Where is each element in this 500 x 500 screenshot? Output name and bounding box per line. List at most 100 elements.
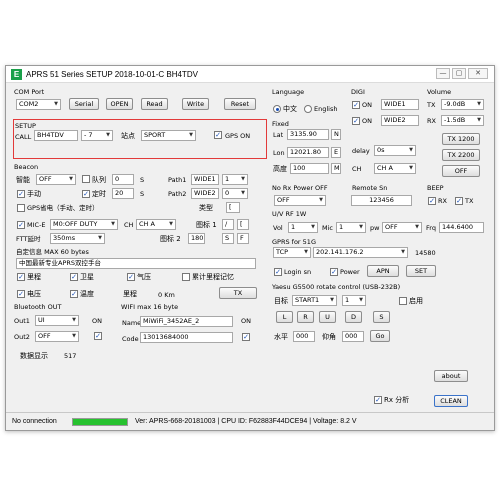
power-checkbox[interactable]: ✓ [330, 268, 338, 276]
gps-on-checkbox[interactable]: ✓ [214, 131, 222, 139]
digi-wide2-input[interactable]: WIDE2 [381, 115, 419, 126]
station-select[interactable]: SPORT ▼ [141, 130, 196, 141]
digi-on1-checkbox[interactable]: ✓ [352, 101, 360, 109]
icon2-value-input[interactable]: 180 [188, 233, 205, 244]
com-port-select[interactable]: COM2 ▼ [16, 99, 61, 110]
login-sn-checkbox[interactable]: ✓ [274, 268, 282, 276]
digi-ch-select[interactable]: CH A ▼ [374, 163, 416, 174]
mice-checkbox[interactable]: ✓ [17, 221, 25, 229]
digi-on2-checkbox[interactable]: ✓ [352, 117, 360, 125]
queue-checkbox[interactable] [82, 175, 90, 183]
lat-input[interactable]: 3135.90 [287, 129, 329, 140]
wifi-code-checkbox[interactable]: ✓ [242, 333, 250, 341]
beep-rx-checkbox[interactable]: ✓ [428, 197, 436, 205]
go-button[interactable]: Go [370, 330, 390, 342]
gprs-protocol-select[interactable]: TCP ▼ [273, 247, 311, 258]
volume-tx-select[interactable]: -9.0dB ▼ [441, 99, 484, 110]
lon-dir-input[interactable]: E [331, 147, 341, 158]
ftt-select[interactable]: 350ms ▼ [50, 233, 105, 244]
clean-button[interactable]: CLEAN [434, 395, 468, 407]
timer-input[interactable]: 20 [112, 188, 134, 199]
beep-tx-checkbox[interactable]: ✓ [455, 197, 463, 205]
write-button[interactable]: Write [182, 98, 209, 110]
english-radio[interactable] [304, 105, 312, 113]
icon2-a-input[interactable]: S [222, 233, 234, 244]
out2-select[interactable]: OFF ▼ [35, 331, 79, 342]
custom-info-input[interactable]: 中国最新专业APRS双控手台 [16, 258, 256, 269]
smart-beacon-select[interactable]: OFF ▼ [36, 174, 76, 185]
mice-select[interactable]: M0:OFF DUTY ▼ [50, 219, 118, 230]
icon2-b-input[interactable]: F [237, 233, 249, 244]
temperature-checkbox[interactable]: ✓ [70, 290, 78, 298]
total-mileage-checkbox[interactable] [182, 273, 190, 281]
wifi-name-input[interactable]: MiWiFi_3452AE_2 [140, 316, 233, 327]
path1-input[interactable]: WIDE1 [191, 174, 219, 185]
gps-save-checkbox[interactable] [17, 204, 25, 212]
rotate-stop-button[interactable]: S [373, 311, 390, 323]
satellite-checkbox[interactable]: ✓ [70, 273, 78, 281]
rotate-left-button[interactable]: L [276, 311, 293, 323]
rf-mic-select[interactable]: 1 ▼ [336, 222, 366, 233]
maximize-button[interactable]: ▢ [452, 68, 466, 79]
path2-n-select[interactable]: 0 ▼ [222, 188, 248, 199]
rotate-up-button[interactable]: U [319, 311, 336, 323]
serial-button[interactable]: Serial [69, 98, 99, 110]
chinese-radio[interactable] [273, 105, 281, 113]
elevation-input[interactable]: 000 [342, 331, 364, 342]
path2-input[interactable]: WIDE2 [191, 188, 219, 199]
close-button[interactable]: ✕ [468, 68, 488, 79]
pressure-checkbox[interactable]: ✓ [127, 273, 135, 281]
lat-dir-input[interactable]: N [331, 129, 341, 140]
target-select[interactable]: START1 ▼ [292, 295, 337, 306]
mileage-checkbox[interactable]: ✓ [17, 273, 25, 281]
mice-ch-select[interactable]: CH A ▼ [136, 219, 176, 230]
rf-pw-select[interactable]: OFF ▼ [382, 222, 422, 233]
lon-input[interactable]: 12021.80 [287, 147, 329, 158]
no-rx-power-select[interactable]: OFF ▼ [274, 195, 326, 206]
callsign-input[interactable]: BH4TDV [34, 130, 78, 141]
about-button[interactable]: about [434, 370, 468, 382]
gprs-server-select[interactable]: 202.141.176.2 ▼ [313, 247, 408, 258]
rf-vol-select[interactable]: 1 ▼ [288, 222, 318, 233]
timer-checkbox[interactable]: ✓ [82, 190, 90, 198]
volume-rx-select[interactable]: -1.5dB ▼ [441, 115, 484, 126]
chevron-down-icon: ▼ [409, 165, 413, 171]
path1-n-select[interactable]: 1 ▼ [222, 174, 248, 185]
mic-label: Mic [322, 224, 333, 232]
delay-select[interactable]: 0s ▼ [374, 145, 416, 156]
manual-checkbox[interactable]: ✓ [17, 190, 25, 198]
rotate-right-button[interactable]: R [297, 311, 314, 323]
set-button[interactable]: SET [406, 265, 436, 277]
digi-wide1-input[interactable]: WIDE1 [381, 99, 419, 110]
read-button[interactable]: Read [141, 98, 168, 110]
minimize-button[interactable]: — [436, 68, 450, 79]
rx-analysis-checkbox[interactable]: ✓ [374, 396, 382, 404]
tx-2200-button[interactable]: TX 2200 [442, 149, 480, 161]
altitude-input[interactable]: 100 [290, 163, 329, 174]
ssid-select[interactable]: - 7 ▼ [81, 130, 113, 141]
queue-input[interactable]: 0 [112, 174, 134, 185]
apn-button[interactable]: APN [367, 265, 399, 277]
rotator-enable-checkbox[interactable] [399, 297, 407, 305]
tx-1200-button[interactable]: TX 1200 [442, 133, 480, 145]
wifi-code-input[interactable]: 13013684000 [140, 332, 233, 343]
out1-select[interactable]: UI ▼ [35, 315, 79, 326]
open-button[interactable]: OPEN [106, 98, 133, 110]
tone-off-button[interactable]: OFF [442, 165, 480, 177]
out2-checkbox[interactable]: ✓ [94, 332, 102, 340]
altitude-unit-input[interactable]: M [331, 163, 341, 174]
frequency-input[interactable]: 144.6400 [439, 222, 484, 233]
horizontal-input[interactable]: 000 [293, 331, 315, 342]
timer-unit: S [140, 190, 145, 198]
rotate-down-button[interactable]: D [345, 311, 362, 323]
icon1-b-input[interactable]: [ [237, 219, 249, 230]
icon1-a-input[interactable]: / [222, 219, 234, 230]
voltage-checkbox[interactable]: ✓ [17, 290, 25, 298]
beep-tx-label: TX [465, 197, 474, 205]
volume-label: Volume [427, 88, 452, 96]
tx-button[interactable]: TX [219, 287, 257, 299]
target-n-select[interactable]: 1 ▼ [342, 295, 366, 306]
remote-sn-input[interactable]: 123456 [351, 195, 412, 206]
reset-button[interactable]: Reset [224, 98, 256, 110]
type-input[interactable]: [ [226, 202, 240, 213]
